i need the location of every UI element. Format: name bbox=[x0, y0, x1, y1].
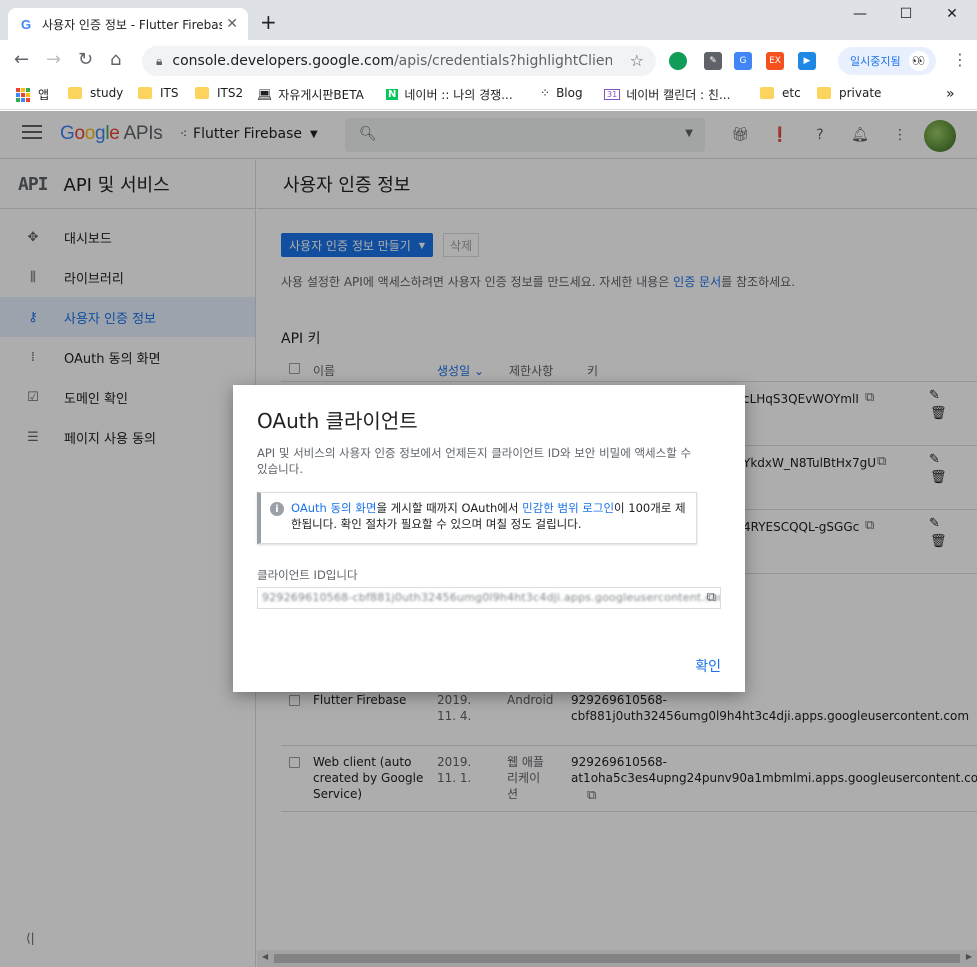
info-icon: i bbox=[270, 502, 284, 516]
bookmark-blog[interactable]: ⁘ Blog bbox=[540, 86, 583, 100]
tab-title: 사용자 인증 정보 - Flutter Firebase bbox=[42, 17, 222, 32]
calendar-icon: 31 bbox=[604, 89, 621, 100]
profile-paused-button[interactable]: 일시중지됨 👀︎ bbox=[838, 47, 936, 75]
browser-menu-icon[interactable]: ⋮ bbox=[952, 50, 968, 69]
dialog-body: API 및 서비스의 사용자 인증 정보에서 언제든지 클라이언트 ID와 보안… bbox=[257, 446, 692, 476]
bookmark-apps[interactable]: 앱 bbox=[16, 86, 49, 103]
paused-label: 일시중지됨 bbox=[850, 55, 901, 68]
naver-icon: N bbox=[386, 89, 399, 100]
forward-icon[interactable]: → bbox=[46, 50, 61, 70]
oauth-client-dialog: OAuth 클라이언트 API 및 서비스의 사용자 인증 정보에서 언제든지 … bbox=[233, 385, 745, 692]
new-tab-icon[interactable]: + bbox=[260, 12, 277, 32]
folder-icon bbox=[817, 87, 831, 99]
more-bookmarks-icon[interactable]: » bbox=[946, 86, 955, 102]
confirm-button[interactable]: 확인 bbox=[695, 656, 721, 676]
home-icon[interactable]: ⌂ bbox=[110, 50, 121, 70]
browser-tab[interactable]: G 사용자 인증 정보 - Flutter Firebase ✕ bbox=[8, 8, 248, 40]
lock-icon: 🔒︎ bbox=[156, 53, 163, 68]
folder-icon bbox=[138, 87, 152, 99]
folder-icon bbox=[195, 87, 209, 99]
close-window-icon[interactable]: ✕ bbox=[942, 6, 962, 22]
client-id-label: 클라이언트 ID입니다 bbox=[257, 568, 358, 582]
minimize-icon[interactable]: — bbox=[850, 6, 870, 22]
url-path: /apis/credentials?highlightClient=92... bbox=[393, 53, 613, 69]
client-id-value: 929269610568-cbf881j0uth32456umg0l9h4ht3… bbox=[262, 591, 721, 604]
extension-green-icon[interactable] bbox=[669, 52, 687, 70]
bookmark-board[interactable]: 💻︎ 자유게시판BETA bbox=[257, 86, 364, 103]
address-bar[interactable]: 🔒︎ console.developers.google.com/apis/cr… bbox=[142, 46, 656, 76]
blog-icon: ⁘ bbox=[540, 86, 551, 100]
bookmark-study[interactable]: study bbox=[68, 86, 123, 100]
dialog-title: OAuth 클라이언트 bbox=[257, 409, 418, 433]
folder-icon bbox=[68, 87, 82, 99]
copy-icon[interactable]: ⧉ bbox=[707, 590, 716, 605]
laptop-icon: 💻︎ bbox=[257, 87, 273, 102]
bookmark-star-icon[interactable]: ☆ bbox=[630, 51, 644, 70]
back-icon[interactable]: ← bbox=[14, 50, 29, 70]
bookmark-naver[interactable]: N 네이버 :: 나의 경쟁... bbox=[386, 86, 513, 103]
apps-grid-icon bbox=[16, 87, 30, 102]
bookmark-its2[interactable]: ITS2 bbox=[195, 86, 243, 100]
extension-ex-icon[interactable]: EX bbox=[766, 52, 784, 70]
bookmarks-bar: 앱 study ITS ITS2 💻︎ 자유게시판BETA N 네이버 :: 나의 … bbox=[0, 80, 977, 110]
profile-avatar-icon: 👀︎ bbox=[908, 51, 929, 71]
client-id-field[interactable]: 929269610568-cbf881j0uth32456umg0l9h4ht3… bbox=[257, 587, 721, 609]
consent-notice: i OAuth 동의 화면을 게시할 때까지 OAuth에서 민감한 범위 로그… bbox=[257, 492, 697, 544]
browser-tabstrip: G 사용자 인증 정보 - Flutter Firebase ✕ + — ☐ ✕ bbox=[0, 0, 977, 40]
consent-screen-link[interactable]: OAuth 동의 화면 bbox=[291, 501, 376, 515]
bookmark-calendar[interactable]: 31 네이버 캘린더 : 친... bbox=[604, 86, 730, 103]
reload-icon[interactable]: ↻ bbox=[78, 50, 93, 70]
bookmark-etc[interactable]: etc bbox=[760, 86, 801, 100]
bookmark-its[interactable]: ITS bbox=[138, 86, 179, 100]
sensitive-scope-link[interactable]: 민감한 범위 로그인 bbox=[522, 501, 614, 515]
tab-close-icon[interactable]: ✕ bbox=[226, 16, 238, 32]
extension-eyedropper-icon[interactable]: ✎ bbox=[704, 52, 722, 70]
bookmark-private[interactable]: private bbox=[817, 86, 881, 100]
extension-translate-icon[interactable]: G bbox=[734, 52, 752, 70]
extension-video-icon[interactable]: ▶ bbox=[798, 52, 816, 70]
folder-icon bbox=[760, 87, 774, 99]
maximize-icon[interactable]: ☐ bbox=[896, 6, 916, 22]
google-favicon-icon: G bbox=[20, 16, 32, 32]
url-host: console.developers.google.com bbox=[172, 53, 394, 69]
